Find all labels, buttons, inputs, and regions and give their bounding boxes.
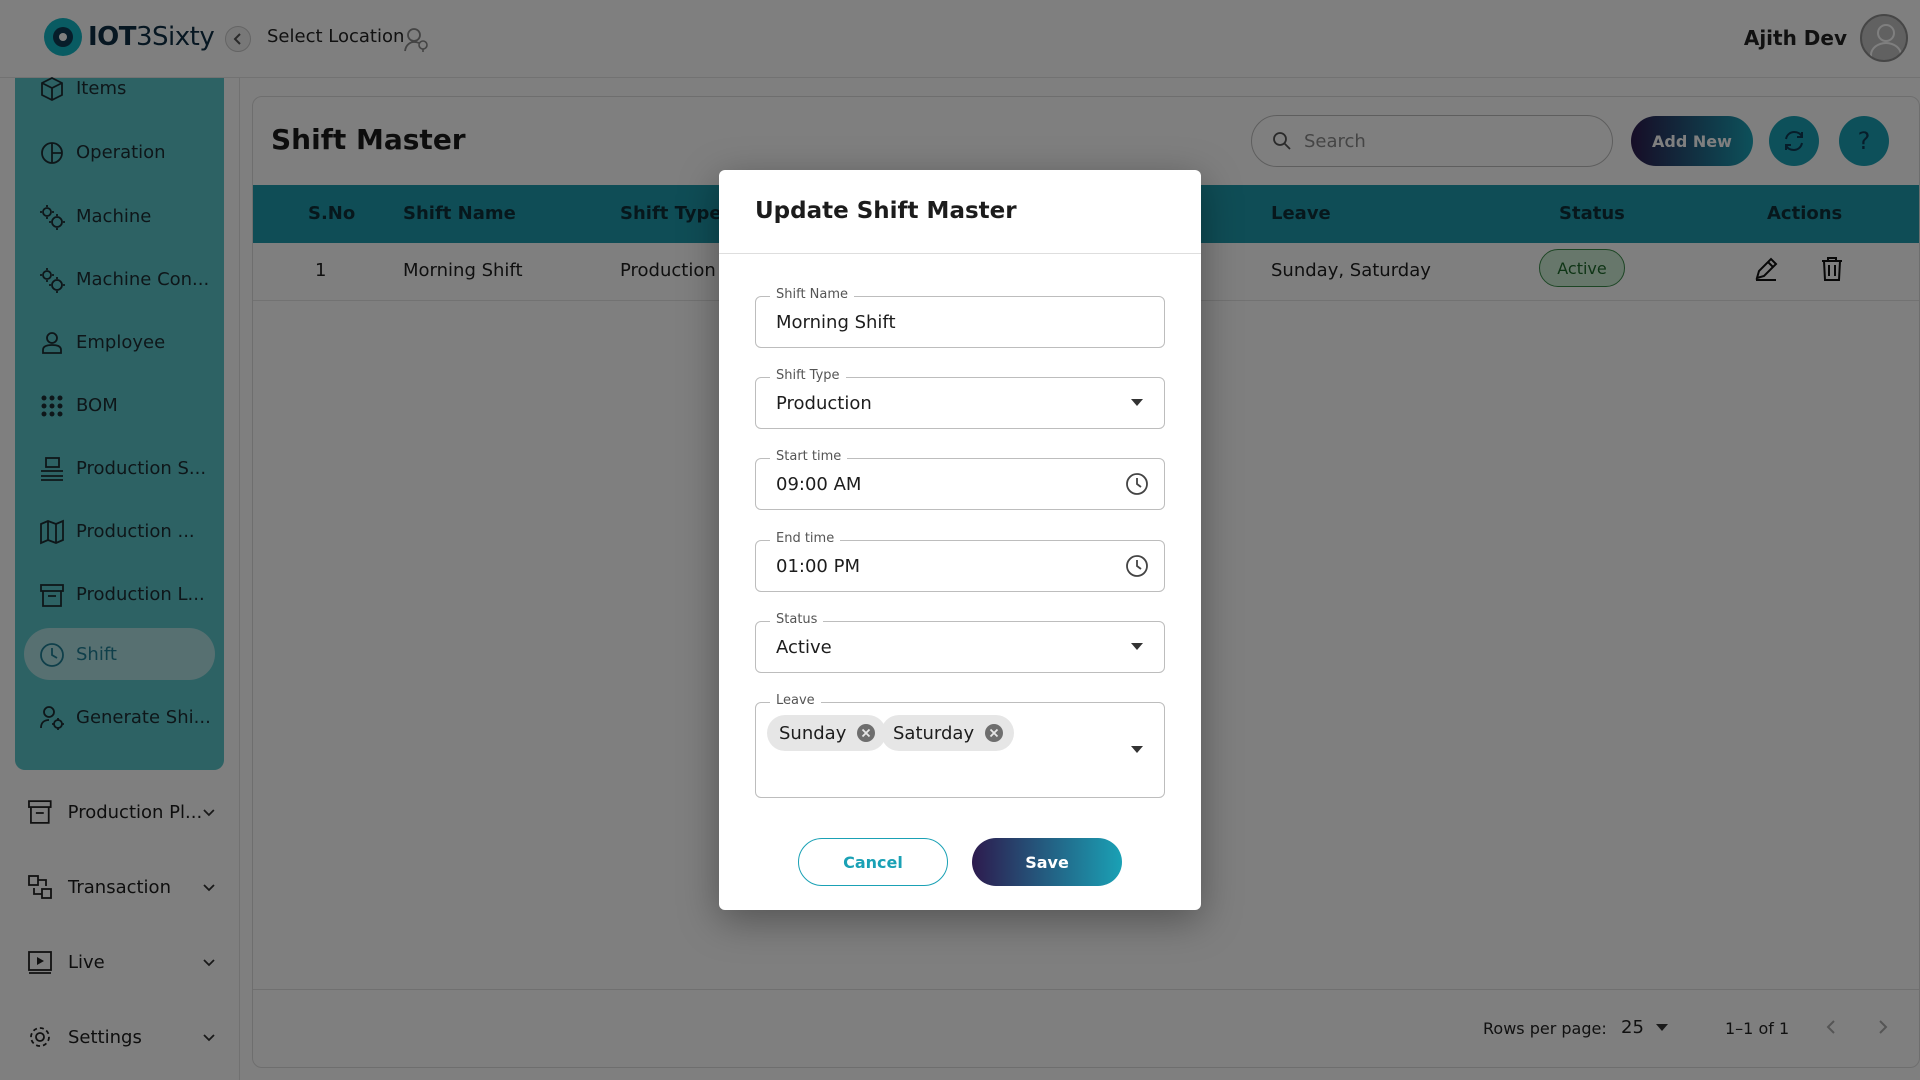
status-value: Active bbox=[776, 637, 832, 658]
shift-type-label: Shift Type bbox=[770, 368, 846, 383]
clock-icon[interactable] bbox=[1124, 553, 1150, 579]
shift-name-value: Morning Shift bbox=[776, 312, 896, 333]
status-select[interactable]: Status Active bbox=[755, 612, 1165, 673]
leave-chip-label: Saturday bbox=[893, 722, 975, 744]
start-time-label: Start time bbox=[770, 449, 848, 464]
leave-chip: Sunday bbox=[767, 715, 887, 751]
end-time-label: End time bbox=[770, 531, 841, 546]
close-icon[interactable] bbox=[856, 723, 876, 743]
clock-icon[interactable] bbox=[1124, 471, 1150, 497]
dialog-title: Update Shift Master bbox=[755, 198, 1017, 224]
save-button[interactable]: Save bbox=[972, 838, 1122, 886]
caret-down-icon[interactable] bbox=[1130, 745, 1144, 755]
start-time-value: 09:00 AM bbox=[776, 474, 862, 495]
update-shift-dialog: Update Shift Master Shift Name Morning S… bbox=[719, 170, 1201, 910]
leave-chip-label: Sunday bbox=[779, 722, 847, 744]
leave-chip: Saturday bbox=[881, 715, 1015, 751]
caret-down-icon bbox=[1131, 643, 1143, 650]
leave-label: Leave bbox=[770, 693, 821, 708]
start-time-field[interactable]: Start time 09:00 AM bbox=[755, 449, 1165, 510]
end-time-field[interactable]: End time 01:00 PM bbox=[755, 531, 1165, 592]
end-time-value: 01:00 PM bbox=[776, 556, 860, 577]
shift-type-select[interactable]: Shift Type Production bbox=[755, 368, 1165, 429]
close-icon[interactable] bbox=[984, 723, 1004, 743]
dialog-divider bbox=[719, 253, 1201, 254]
cancel-button[interactable]: Cancel bbox=[798, 838, 948, 886]
shift-name-label: Shift Name bbox=[770, 287, 855, 302]
caret-down-icon bbox=[1131, 399, 1143, 406]
leave-multiselect[interactable]: Leave Sunday Saturday bbox=[755, 693, 1165, 798]
status-label: Status bbox=[770, 612, 824, 627]
shift-name-field[interactable]: Shift Name Morning Shift bbox=[755, 287, 1165, 348]
shift-type-value: Production bbox=[776, 393, 872, 414]
